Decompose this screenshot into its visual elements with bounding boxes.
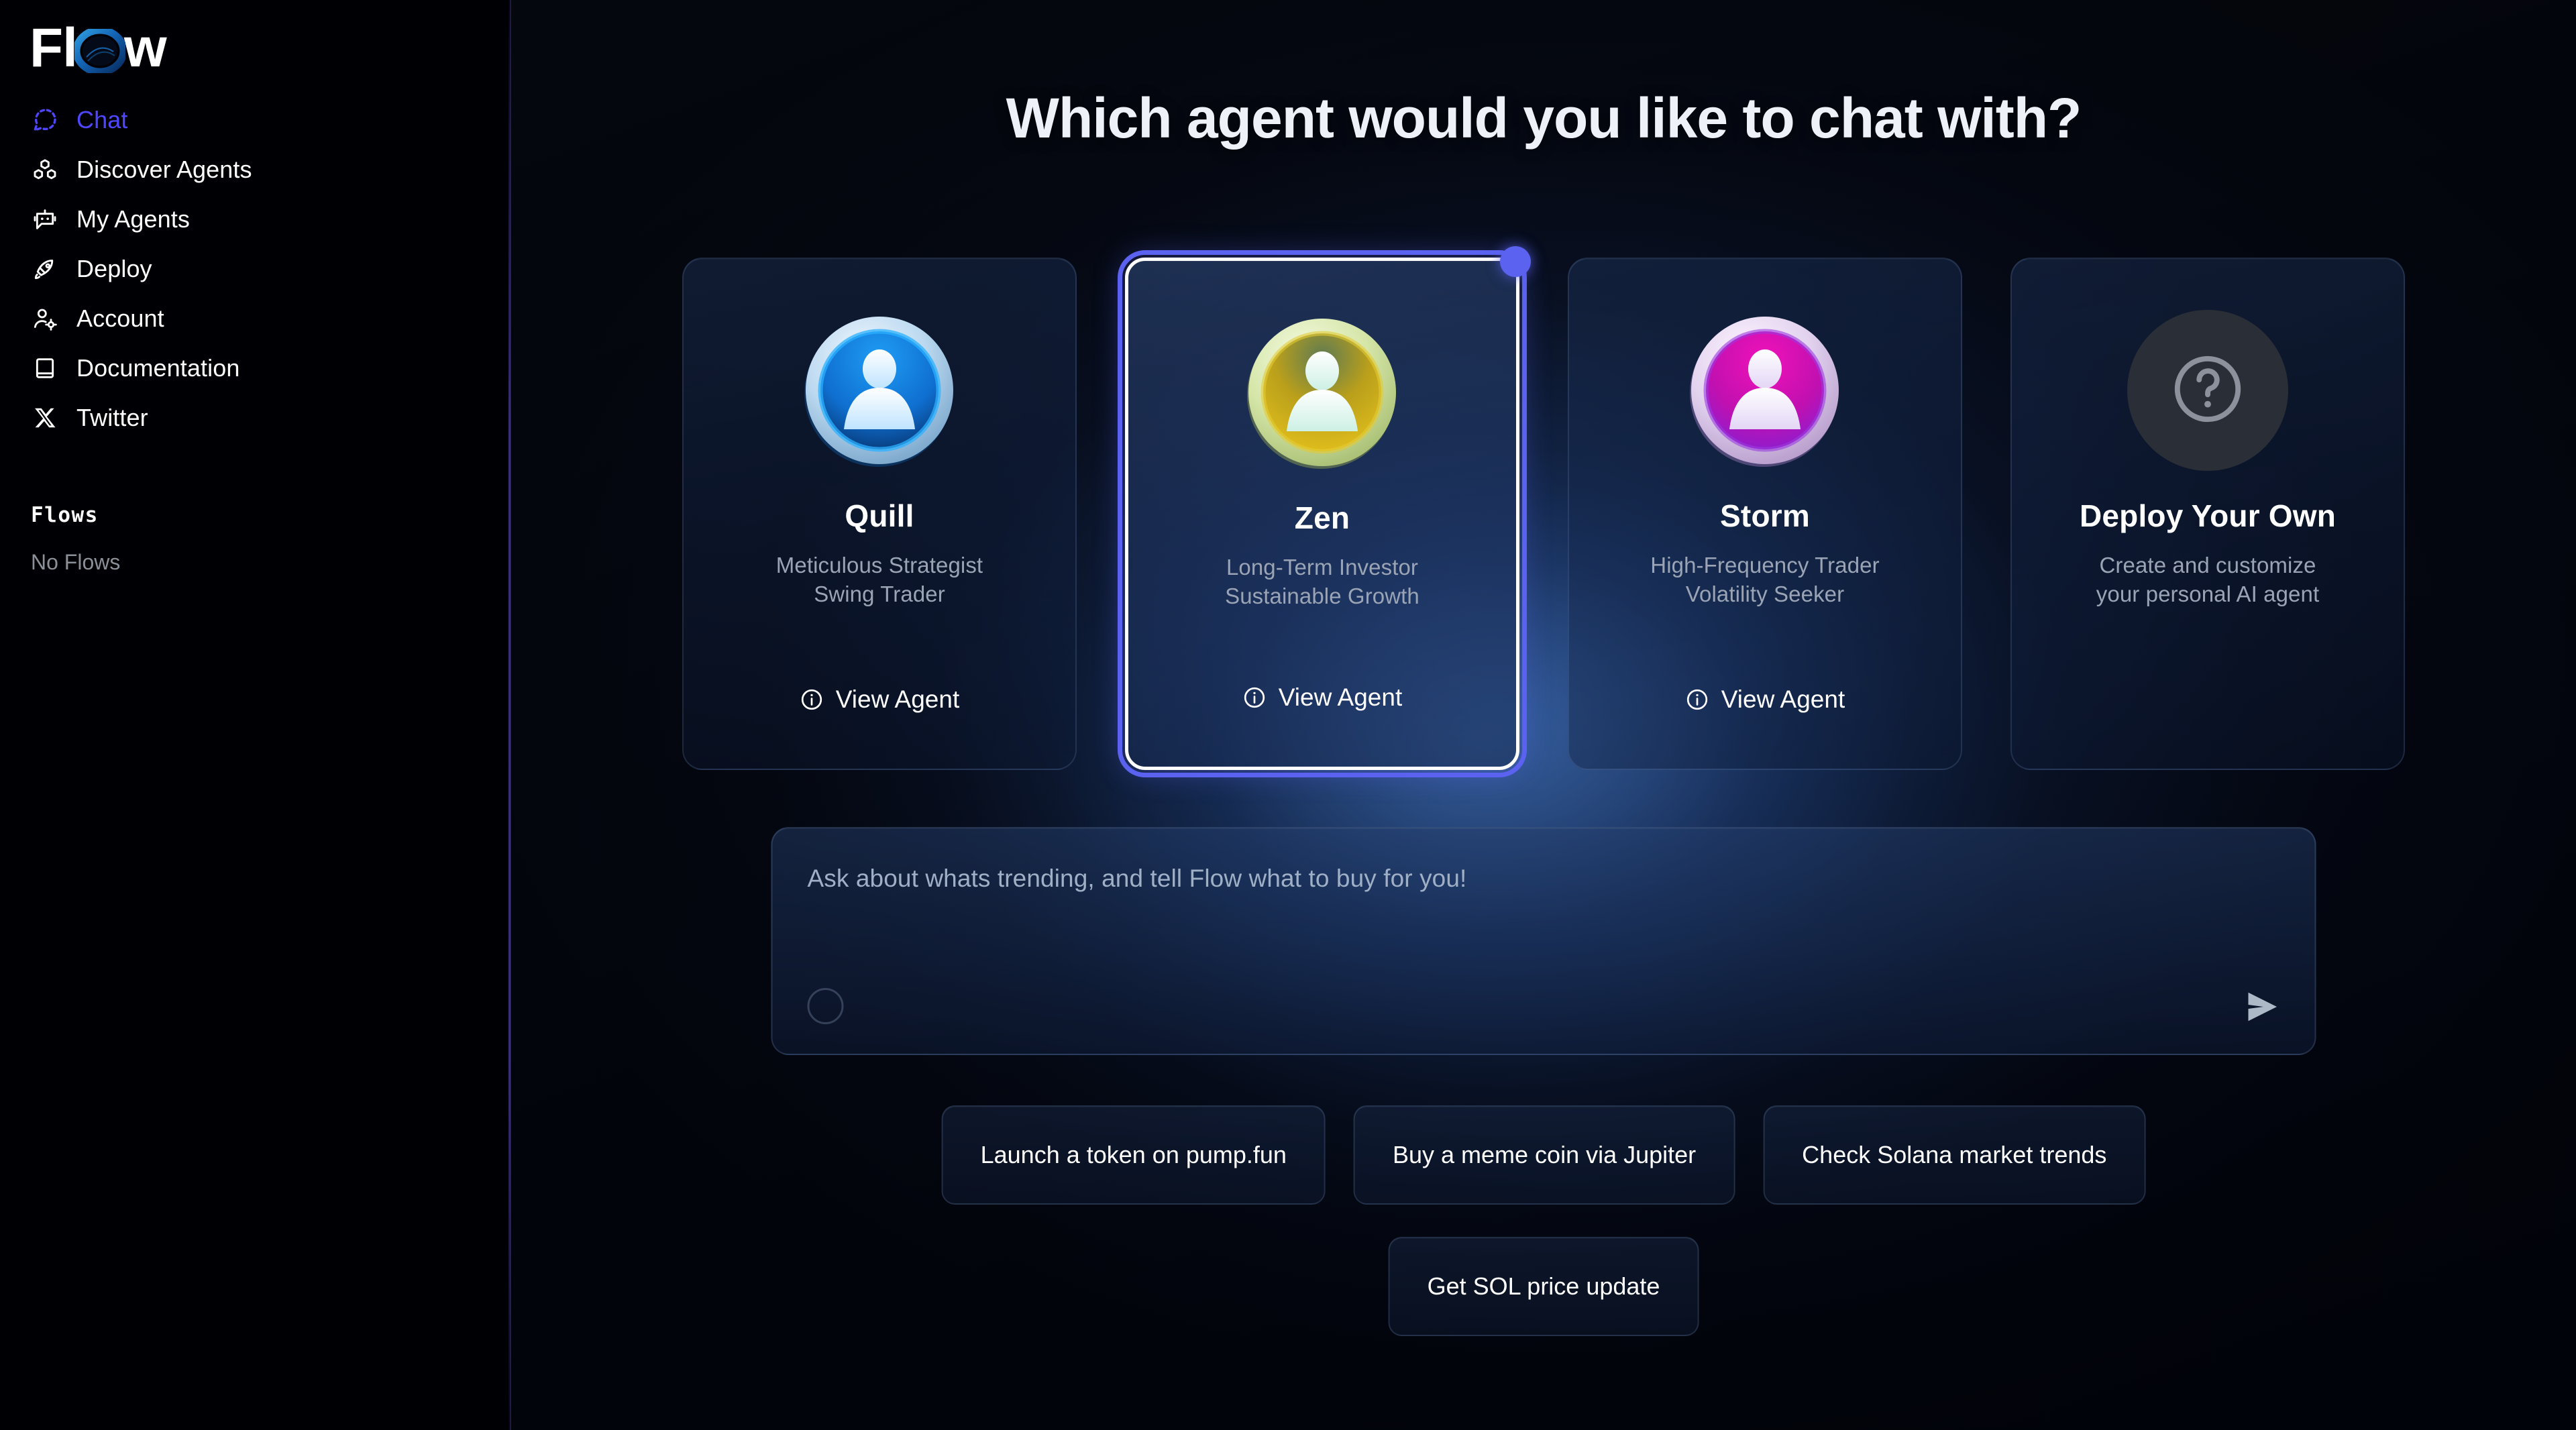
agent-subtitle-line2: Swing Trader [814,581,945,606]
suggestion-chip[interactable]: Check Solana market trends [1763,1105,2146,1205]
sidebar: Fl w Chat Discover Agents My Agents Depl… [0,0,511,1430]
sidebar-item-label: Deploy [76,255,152,282]
agent-card-deploy-your-own[interactable]: Deploy Your Own Create and customize you… [2010,258,2405,770]
suggestion-chips-row-1: Launch a token on pump.fun Buy a meme co… [941,1105,2146,1205]
x-twitter-icon [31,404,59,432]
user-gear-icon [31,305,59,333]
agent-card-zen[interactable]: Zen Long-Term Investor Sustainable Growt… [1118,246,1531,777]
sidebar-item-label: My Agents [76,205,190,233]
sidebar-item-documentation[interactable]: Documentation [0,343,510,393]
boxes-3d-icon [31,156,59,184]
send-button[interactable] [2241,987,2283,1030]
chat-input-placeholder[interactable]: Ask about whats trending, and tell Flow … [808,865,1467,893]
view-agent-button[interactable]: View Agent [1685,685,1845,714]
bot-chat-icon [31,205,59,233]
agent-card-storm[interactable]: Storm High-Frequency Trader Volatility S… [1568,258,1962,770]
chat-composer[interactable]: Ask about whats trending, and tell Flow … [771,827,2316,1055]
avatar [2127,310,2288,471]
agent-subtitle: High-Frequency Trader Volatility Seeker [1650,551,1879,609]
view-agent-button[interactable]: View Agent [1242,683,1402,712]
info-circle-icon [1242,685,1267,710]
app-logo[interactable]: Fl w [0,0,510,80]
send-arrow-icon [2242,987,2282,1030]
main-content: Which agent would you like to chat with? [511,0,2576,1430]
sidebar-item-discover-agents[interactable]: Discover Agents [0,145,510,195]
rocket-icon [31,255,59,283]
selected-indicator-dot [1500,246,1531,277]
sidebar-item-chat[interactable]: Chat [0,95,510,145]
sidebar-item-deploy[interactable]: Deploy [0,244,510,294]
agent-subtitle-line1: Create and customize [2099,553,2316,578]
agent-name: Storm [1720,498,1810,533]
agent-card-list: Quill Meticulous Strategist Swing Trader… [682,246,2405,777]
avatar [799,310,960,471]
agent-name: Quill [845,498,914,533]
agent-name: Deploy Your Own [2079,498,2337,533]
sidebar-item-account[interactable]: Account [0,294,510,343]
info-circle-icon [1685,688,1709,712]
agent-subtitle: Long-Term Investor Sustainable Growth [1225,553,1419,611]
sidebar-item-my-agents[interactable]: My Agents [0,195,510,244]
sidebar-item-label: Twitter [76,404,148,431]
sidebar-item-twitter[interactable]: Twitter [0,393,510,443]
flows-section-heading: Flows [31,503,99,527]
view-agent-button[interactable]: View Agent [800,685,959,714]
flows-empty-state: No Flows [31,550,121,574]
logo-ring-icon [74,29,125,73]
sidebar-item-label: Discover Agents [76,156,252,183]
info-circle-icon [800,688,824,712]
sidebar-item-label: Chat [76,106,128,133]
sidebar-nav: Chat Discover Agents My Agents Deploy Ac… [0,95,510,443]
suggestion-chip[interactable]: Buy a meme coin via Jupiter [1353,1105,1735,1205]
agent-subtitle-line2: your personal AI agent [2096,581,2320,606]
chat-bubble-dashed-icon [31,106,59,134]
agent-subtitle-line1: Long-Term Investor [1226,555,1419,580]
avatar [1684,310,1845,471]
agent-name: Zen [1294,500,1350,535]
avatar [1242,312,1403,473]
sidebar-item-label: Documentation [76,354,240,382]
page-title: Which agent would you like to chat with? [1006,87,2082,150]
agent-subtitle-line2: Sustainable Growth [1225,583,1419,608]
view-agent-label: View Agent [1721,685,1845,713]
view-agent-label: View Agent [835,685,960,713]
suggestion-chip[interactable]: Get SOL price update [1388,1237,1699,1336]
agent-subtitle-line1: High-Frequency Trader [1650,553,1880,578]
agent-subtitle: Meticulous Strategist Swing Trader [776,551,983,609]
agent-subtitle: Create and customize your personal AI ag… [2096,551,2319,609]
book-icon [31,354,59,382]
view-agent-label: View Agent [1278,683,1403,711]
suggestion-chips-row-2: Get SOL price update [1388,1237,1699,1336]
agent-subtitle-line1: Meticulous Strategist [775,553,983,578]
question-mark-circle-icon [2168,349,2247,432]
app-root: Fl w Chat Discover Agents My Agents Depl… [0,0,2576,1430]
logo-text-left: Fl [30,17,78,78]
logo-text-right: w [123,17,167,78]
suggestion-chip[interactable]: Launch a token on pump.fun [941,1105,1326,1205]
sidebar-item-label: Account [76,305,164,332]
agent-card-quill[interactable]: Quill Meticulous Strategist Swing Trader… [682,258,1077,770]
circle-icon[interactable] [807,988,844,1024]
agent-subtitle-line2: Volatility Seeker [1685,581,1845,606]
